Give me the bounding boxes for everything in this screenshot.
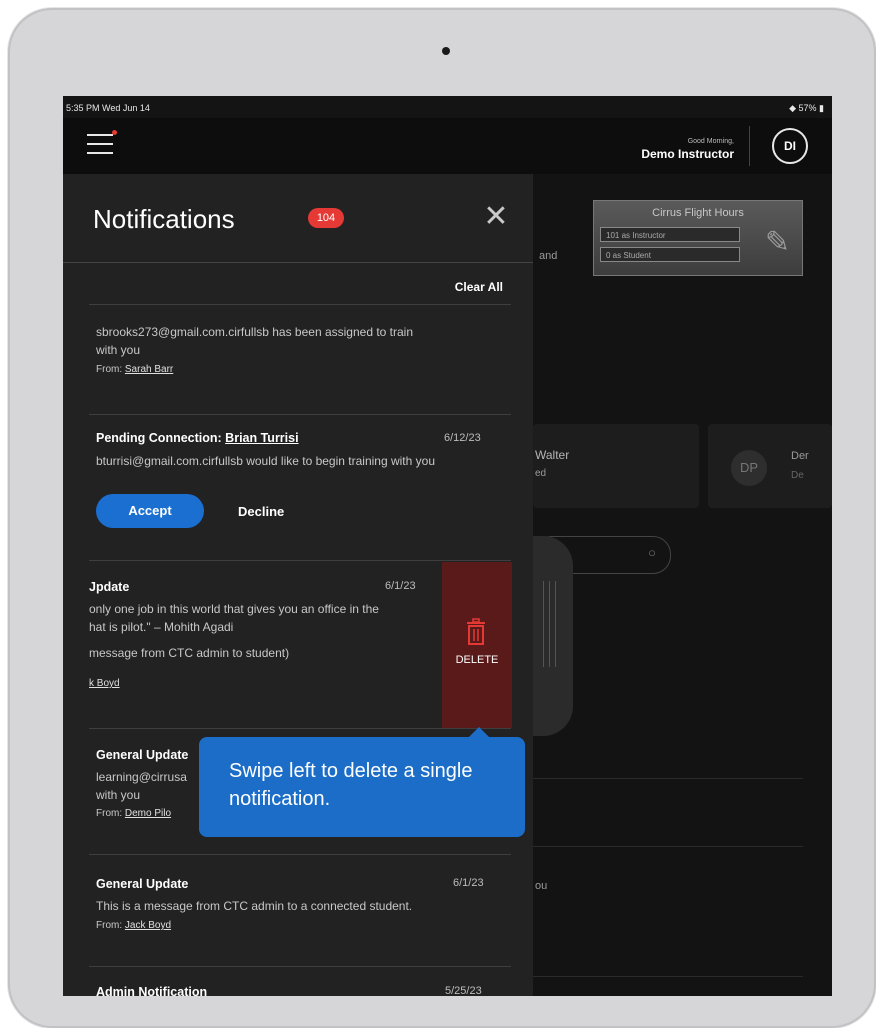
n2-text: bturrisi@gmail.com.cirfullsb would like … (96, 454, 435, 468)
delete-action[interactable]: DELETE (442, 562, 512, 728)
hours-instructor: 101 as Instructor (600, 227, 740, 242)
n3-from: k Boyd (89, 678, 120, 689)
swipe-tooltip: Swipe left to delete a single notificati… (199, 727, 525, 837)
hours-student: 0 as Student (600, 247, 740, 262)
background-content (533, 174, 832, 996)
n3-title: Jpdate (89, 580, 130, 594)
n4-from: From: Demo Pilo (96, 808, 171, 819)
connection-card-2 (708, 424, 832, 508)
n3-text-line1: only one job in this world that gives yo… (89, 602, 379, 616)
battery-indicator: ◆ 57% ▮ (789, 103, 824, 113)
card-name: Walter (535, 448, 570, 462)
accept-button[interactable]: Accept (96, 494, 204, 528)
card2-name: Der (791, 450, 809, 462)
n1-text-line2: with you (96, 343, 141, 357)
greeting-block: Good Morning, Demo Instructor (641, 138, 734, 161)
flight-hours-title: Cirrus Flight Hours (652, 207, 744, 219)
status-bar: 5:35 PM Wed Jun 14 ◆ 57% ▮ (63, 96, 832, 118)
card-sub: ed (535, 468, 547, 479)
notification-count-badge: 104 (308, 208, 344, 228)
menu-icon[interactable] (87, 130, 117, 156)
from-label: From: (96, 808, 123, 819)
n1-from: From: Sarah Barr (96, 364, 173, 375)
search-icon: ○ (648, 545, 656, 560)
clear-all-button[interactable]: Clear All (455, 280, 503, 294)
bg-divider (533, 976, 803, 977)
divider (89, 854, 511, 855)
divider (89, 560, 511, 561)
n4-text-line1: learning@cirrusa (96, 770, 187, 784)
n3-text-line2: hat is pilot." – Mohith Agadi (89, 620, 234, 634)
n3-text-line3: message from CTC admin to student) (89, 646, 290, 660)
close-icon[interactable]: ✕ (481, 202, 511, 232)
n5-date: 6/1/23 (453, 877, 484, 889)
n5-from: From: Jack Boyd (96, 920, 171, 931)
n2-title-prefix: Pending Connection: (96, 431, 222, 445)
n4-title: General Update (96, 748, 189, 762)
delete-label: DELETE (455, 654, 499, 666)
n3-date: 6/1/23 (385, 580, 416, 592)
status-time: 5:35 PM Wed Jun 14 (66, 103, 150, 113)
tooltip-arrow (469, 727, 489, 737)
n1-text-line1: sbrooks273@gmail.com.cirfullsb has been … (96, 325, 414, 339)
logbook-icon: ✎ (764, 226, 790, 259)
divider (89, 414, 511, 415)
from-label: From: (96, 920, 123, 931)
tooltip-text: Swipe left to delete a single notificati… (229, 760, 473, 810)
avatar[interactable]: DI (772, 128, 808, 164)
from-label: From: (96, 364, 123, 375)
greeting-text: Good Morning, (687, 138, 734, 145)
n2-date: 6/12/23 (444, 432, 481, 444)
top-header: Good Morning, Demo Instructor DI (63, 118, 832, 174)
user-name: Demo Instructor (641, 147, 734, 161)
n4-text-line2: with you (96, 788, 141, 802)
n2-title-link[interactable]: Brian Turrisi (225, 431, 298, 445)
camera-dot (442, 47, 450, 55)
bg-text-ou: ou (535, 880, 548, 892)
panel-title: Notifications (93, 204, 235, 234)
header-divider (749, 126, 750, 166)
connection-card (533, 424, 699, 508)
n5-title: General Update (96, 877, 189, 891)
panel-header: Notifications 104 ✕ (63, 174, 533, 263)
avatar-dp: DP (731, 450, 767, 486)
n4-from-link[interactable]: Demo Pilo (125, 808, 171, 819)
card2-sub: De (791, 470, 804, 481)
n6-title: Admin Notification (96, 985, 208, 996)
n5-text: This is a message from CTC admin to a co… (96, 899, 413, 913)
trash-icon (467, 618, 485, 645)
notifications-panel: Notifications 104 ✕ Clear All sbrooks273… (63, 174, 533, 996)
bg-divider (533, 778, 803, 779)
divider (89, 966, 511, 967)
divider (89, 304, 511, 305)
n1-from-link[interactable]: Sarah Barr (125, 364, 173, 375)
n6-date: 5/25/23 (445, 985, 482, 996)
app-screen: 5:35 PM Wed Jun 14 ◆ 57% ▮ Good Morning,… (63, 96, 832, 996)
n3-from-link[interactable]: k Boyd (89, 678, 120, 689)
bg-divider (533, 846, 803, 847)
n2-title: Pending Connection: Brian Turrisi (96, 431, 299, 445)
decline-button[interactable]: Decline (238, 504, 284, 519)
menu-alert-dot (112, 130, 117, 135)
flight-hours-card: Cirrus Flight Hours 101 as Instructor 0 … (593, 200, 803, 276)
divider (89, 728, 511, 729)
bg-text-and: and (539, 250, 558, 262)
n5-from-link[interactable]: Jack Boyd (125, 920, 171, 931)
